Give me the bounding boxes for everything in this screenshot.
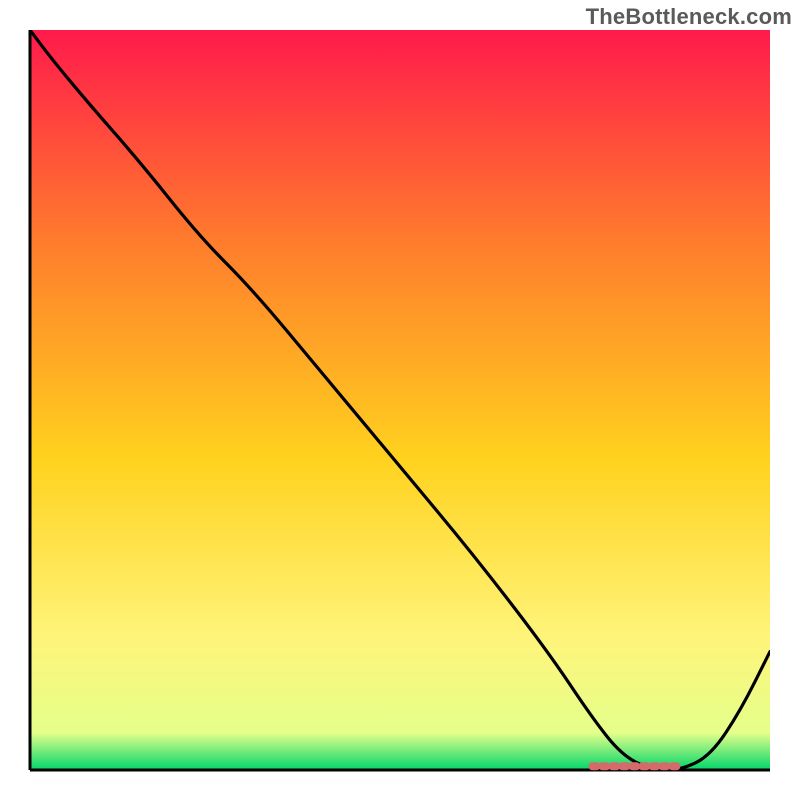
plot-background <box>30 30 770 770</box>
bottleneck-chart <box>0 0 800 800</box>
watermark-text: TheBottleneck.com <box>586 4 792 30</box>
